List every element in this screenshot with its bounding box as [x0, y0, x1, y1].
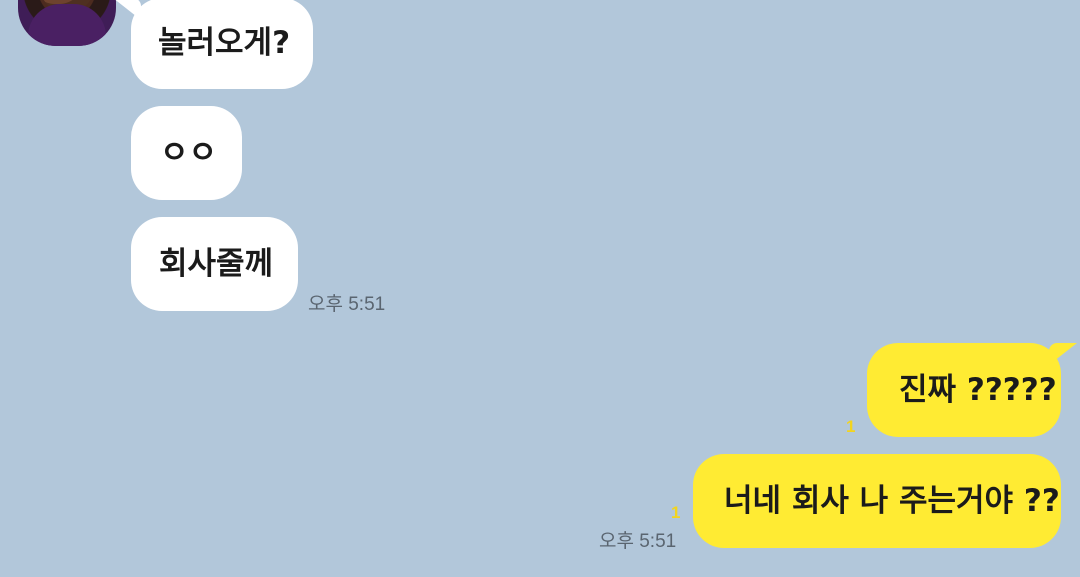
profile-avatar[interactable] [18, 0, 116, 46]
unread-count: 1 [846, 417, 856, 436]
message-text: 진짜 ????? [899, 371, 1057, 408]
chat-room: 놀러오게? ㅇㅇ 회사줄께 오후 5:51 진짜 ????? 1 너네 회사 나… [0, 0, 1080, 577]
message-bubble-outgoing[interactable]: 진짜 ????? [867, 343, 1077, 437]
message-text: 너네 회사 나 주는거야 ?? [724, 482, 1060, 519]
unread-count: 1 [671, 503, 681, 522]
message-bubble-outgoing[interactable]: 너네 회사 나 주는거야 ?? [693, 454, 1061, 548]
message-bubble-incoming[interactable]: 회사줄께 [131, 217, 298, 311]
message-bubble-incoming[interactable]: ㅇㅇ [131, 106, 242, 200]
message-time: 오후 5:51 [599, 531, 677, 552]
message-time: 오후 5:51 [308, 294, 386, 315]
message-tail [1049, 343, 1077, 365]
message-bubble-incoming[interactable]: 놀러오게? [113, 0, 313, 89]
message-tail [113, 0, 141, 20]
message-text: 놀러오게? [158, 25, 291, 61]
message-text: 회사줄께 [159, 245, 274, 282]
message-text: ㅇㅇ [160, 134, 218, 171]
